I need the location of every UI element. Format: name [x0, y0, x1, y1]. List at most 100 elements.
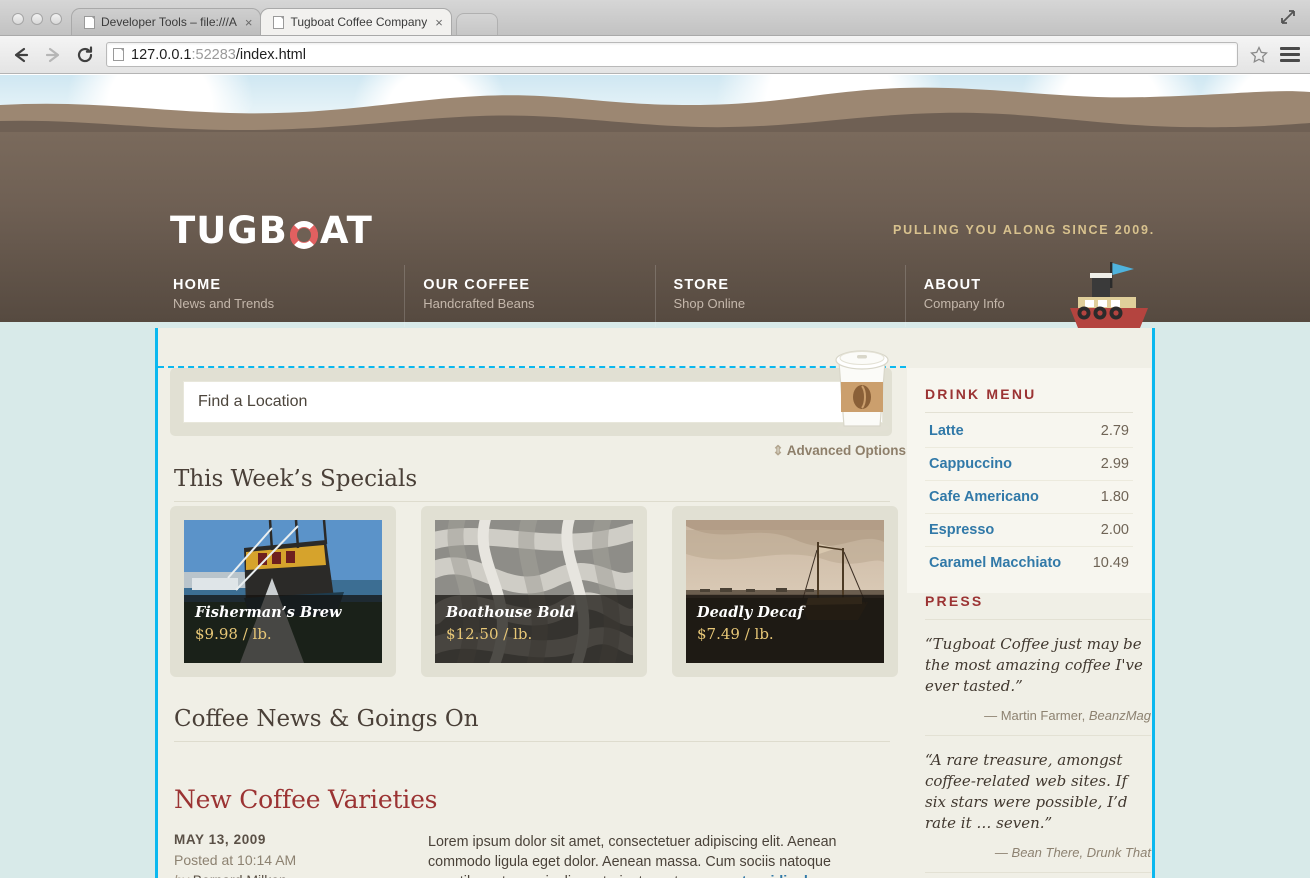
special-card[interactable]: Deadly Decaf $7.49 / lb.: [672, 506, 898, 677]
drink-menu-item[interactable]: Espresso 2.00: [925, 514, 1133, 547]
zoom-window-button[interactable]: [50, 13, 62, 25]
page-icon: [84, 15, 95, 29]
press-quote: “Mmmmm…” — Happy Customer: [925, 873, 1151, 878]
special-price: $9.98 / lb.: [195, 625, 272, 643]
special-caption: Fisherman’s Brew $9.98 / lb.: [184, 595, 382, 663]
address-bar-url: 127.0.0.1:52283/index.html: [131, 46, 306, 63]
quote-text: “Tugboat Coffee just may be the most ama…: [925, 635, 1143, 695]
specials-heading: This Week’s Specials: [174, 466, 890, 502]
nav-item-store[interactable]: STORE Shop Online: [654, 265, 905, 327]
reload-button[interactable]: [74, 44, 96, 66]
drink-name: Cafe Americano: [929, 489, 1039, 505]
maximize-icon[interactable]: [1278, 7, 1298, 27]
updown-caret-icon: ⇕: [772, 443, 784, 458]
tab-title: Tugboat Coffee Company: [290, 15, 428, 29]
minimize-window-button[interactable]: [31, 13, 43, 25]
advanced-options-link[interactable]: ⇕ Advanced Options: [172, 443, 906, 459]
back-button[interactable]: [10, 44, 32, 66]
news-heading: Coffee News & Goings On: [174, 706, 890, 742]
special-card[interactable]: Boathouse Bold $12.50 / lb.: [421, 506, 647, 677]
browser-menu-icon[interactable]: [1280, 47, 1300, 62]
special-caption: Deadly Decaf $7.49 / lb.: [686, 595, 884, 663]
search-input-value: Find a Location: [198, 393, 308, 410]
drink-menu-item[interactable]: Cappuccino 2.99: [925, 448, 1133, 481]
address-bar[interactable]: 127.0.0.1:52283/index.html: [106, 42, 1238, 67]
close-window-button[interactable]: [12, 13, 24, 25]
article-paragraph: Lorem ipsum dolor sit amet, consectetuer…: [428, 832, 890, 878]
special-name: Fisherman’s Brew: [195, 604, 342, 621]
drink-name: Cappuccino: [929, 456, 1012, 472]
search-input[interactable]: Find a Location: [183, 381, 883, 423]
drink-price: 1.80: [1100, 489, 1129, 505]
drink-name: Latte: [929, 423, 964, 439]
tab-title: Developer Tools – file:///A: [101, 15, 237, 29]
nav-subtitle: News and Trends: [173, 296, 275, 311]
quote-text: “A rare treasure, amongst coffee-related…: [925, 751, 1128, 832]
browser-window: Developer Tools – file:///A × Tugboat Co…: [0, 0, 1310, 878]
drink-price: 2.79: [1100, 423, 1129, 439]
quote-attribution: — Martin Farmer, BeanzMag: [925, 708, 1151, 723]
nav-title: OUR COFFEE: [423, 277, 531, 293]
press-quote: “A rare treasure, amongst coffee-related…: [925, 736, 1151, 873]
drink-menu-item[interactable]: Caramel Macchiato 10.49: [925, 547, 1133, 579]
author-name: Bernard Milken: [193, 872, 287, 878]
article-title[interactable]: New Coffee Varieties: [174, 785, 890, 814]
page-viewport: TUGB AT PULLING YOU ALONG SINCE 2009. HO…: [0, 75, 1310, 878]
inline-link[interactable]: nascetur ridiculus: [701, 874, 824, 878]
special-price: $12.50 / lb.: [446, 625, 533, 643]
coffee-cup-icon: [835, 350, 889, 433]
nav-item-our-coffee[interactable]: OUR COFFEE Handcrafted Beans: [404, 265, 654, 327]
browser-tab-developer-tools[interactable]: Developer Tools – file:///A ×: [71, 8, 262, 35]
drink-menu-panel: DRINK MENU Latte 2.79 Cappuccino 2.99 Ca…: [907, 368, 1151, 593]
special-name: Boathouse Bold: [446, 604, 575, 621]
nav-item-home[interactable]: HOME News and Trends: [155, 265, 404, 327]
special-thumbnail: Fisherman’s Brew $9.98 / lb.: [184, 520, 382, 663]
article-posted-time: Posted at 10:14 AM: [174, 852, 297, 868]
attribution-name: —: [994, 845, 1012, 860]
browser-tabstrip: Developer Tools – file:///A × Tugboat Co…: [0, 0, 1310, 36]
drink-menu-item[interactable]: Latte 2.79: [925, 415, 1133, 448]
browser-tab-tugboat-coffee-company[interactable]: Tugboat Coffee Company ×: [260, 8, 452, 35]
page-info-icon[interactable]: [113, 48, 124, 61]
quote-attribution: — Bean There, Drunk That: [925, 845, 1151, 860]
drink-price: 10.49: [1092, 555, 1129, 571]
paragraph-text: Lorem ipsum dolor sit amet, consectetuer…: [428, 834, 837, 878]
attribution-source: Bean There, Drunk That: [1011, 845, 1151, 860]
bookmark-star-icon[interactable]: [1248, 44, 1270, 66]
drink-price: 2.99: [1100, 456, 1129, 472]
special-caption: Boathouse Bold $12.50 / lb.: [435, 595, 633, 663]
nav-subtitle: Shop Online: [673, 296, 746, 311]
special-price: $7.49 / lb.: [697, 625, 774, 643]
article-meta: MAY 13, 2009 Posted at 10:14 AM by Berna…: [174, 832, 428, 878]
drink-price: 2.00: [1100, 522, 1129, 538]
close-icon[interactable]: ×: [245, 16, 253, 29]
site-logo[interactable]: TUGB AT: [170, 209, 373, 252]
new-tab-button[interactable]: [455, 13, 498, 35]
sidebar: DRINK MENU Latte 2.79 Cappuccino 2.99 Ca…: [906, 328, 1152, 878]
attribution-source: BeanzMag: [1088, 708, 1151, 723]
nav-subtitle: Handcrafted Beans: [423, 296, 535, 311]
nav-title: STORE: [673, 277, 730, 293]
logo-text-right: AT: [319, 209, 373, 252]
main-navigation: HOME News and Trends OUR COFFEE Handcraf…: [155, 265, 1155, 327]
drink-name: Caramel Macchiato: [929, 555, 1062, 571]
article-date: MAY 13, 2009: [174, 832, 267, 847]
drink-name: Espresso: [929, 522, 995, 538]
site-tagline: PULLING YOU ALONG SINCE 2009.: [893, 223, 1155, 237]
advanced-options-label: Advanced Options: [786, 443, 906, 458]
special-card[interactable]: Fisherman’s Brew $9.98 / lb.: [170, 506, 396, 677]
forward-button[interactable]: [42, 44, 64, 66]
press-quote: “Tugboat Coffee just may be the most ama…: [925, 620, 1151, 736]
special-thumbnail: Deadly Decaf $7.49 / lb.: [686, 520, 884, 663]
attribution-name: — Martin Farmer,: [984, 708, 1089, 723]
drink-menu-item[interactable]: Cafe Americano 1.80: [925, 481, 1133, 514]
window-traffic-lights: [0, 13, 62, 35]
news-article: New Coffee Varieties MAY 13, 2009 Posted…: [174, 763, 890, 878]
lifebuoy-icon: [289, 216, 319, 249]
tugboat-icon: [1070, 262, 1148, 328]
drink-menu-title: DRINK MENU: [925, 386, 1133, 413]
close-icon[interactable]: ×: [435, 16, 443, 29]
press-panel: PRESS “Tugboat Coffee just may be the mo…: [925, 593, 1151, 878]
special-thumbnail: Boathouse Bold $12.50 / lb.: [435, 520, 633, 663]
press-title: PRESS: [925, 593, 1151, 620]
